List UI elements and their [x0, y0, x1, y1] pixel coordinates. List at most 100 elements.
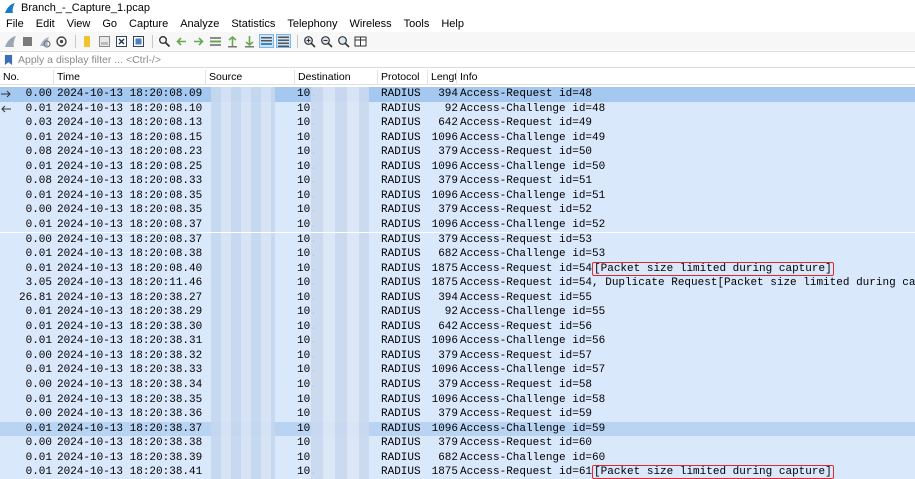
- cell-protocol: RADIUS: [381, 131, 421, 144]
- forward-icon[interactable]: [191, 34, 206, 48]
- colorize-icon[interactable]: [276, 34, 291, 48]
- table-row[interactable]: 0.01 2024-10-13 18:20:08.25 10. RADIUS 1096 A…: [0, 159, 915, 175]
- cell-time: 2024-10-13 18:20:08.35: [57, 204, 203, 217]
- table-row[interactable]: 0.01 2024-10-13 18:20:08.35 10. RADIUS 1096 A…: [0, 188, 915, 204]
- redacted-source: [211, 319, 275, 335]
- last-packet-icon[interactable]: [242, 34, 257, 48]
- info-text: Access-Challenge id=55: [460, 306, 606, 319]
- display-filter-input[interactable]: [15, 52, 895, 67]
- cell-no: 0.01: [25, 218, 52, 231]
- menu-wireless[interactable]: Wireless: [344, 16, 398, 32]
- cell-length: 1875: [431, 466, 458, 479]
- autoscroll-icon[interactable]: [259, 34, 274, 48]
- table-row[interactable]: 0.01 2024-10-13 18:20:38.33 10. RADIUS 1096 A…: [0, 363, 915, 378]
- cell-length: 1096: [431, 189, 458, 202]
- table-row[interactable]: 0.01 2024-10-13 18:20:08.40 10. RADIUS 1875 A…: [0, 261, 915, 277]
- cell-protocol: RADIUS: [381, 189, 421, 202]
- resize-columns-icon[interactable]: [353, 34, 368, 48]
- menu-help[interactable]: Help: [435, 16, 470, 32]
- menu-telephony[interactable]: Telephony: [281, 16, 343, 32]
- cell-time: 2024-10-13 18:20:08.23: [57, 146, 203, 159]
- table-row[interactable]: 0.01 2024-10-13 18:20:38.37 10 RADIUS 1096 Ac…: [0, 421, 915, 437]
- cell-protocol: RADIUS: [381, 379, 421, 391]
- cell-protocol: RADIUS: [381, 291, 421, 304]
- table-row[interactable]: 0.01 2024-10-13 18:20:38.31 10. RADIUS 1096 A…: [0, 334, 915, 349]
- table-row[interactable]: 26.81 2024-10-13 18:20:38.27 10. RADIUS 394 A…: [0, 290, 915, 306]
- table-row[interactable]: 0.01 2024-10-13 18:20:08.15 10. RADIUS 1096 A…: [0, 130, 915, 146]
- redacted-source: [211, 247, 275, 262]
- restart-icon[interactable]: [37, 34, 52, 48]
- cell-protocol: RADIUS: [381, 175, 421, 188]
- redacted-destination: [311, 276, 369, 291]
- table-row[interactable]: 0.00 2024-10-13 18:20:38.38 10 RADIUS 379 Acc…: [0, 436, 915, 451]
- column-header-length[interactable]: Lengtl: [428, 70, 457, 85]
- cell-info: Access-Request id=61 [Packet size limited…: [460, 465, 915, 479]
- redacted-source: [211, 188, 275, 204]
- table-row[interactable]: 0.08 2024-10-13 18:20:08.23 10. RADIUS 379 Ac…: [0, 145, 915, 160]
- bookmark-icon[interactable]: [1, 52, 15, 67]
- table-row[interactable]: 3.05 2024-10-13 18:20:11.46 10. RADIUS 1875 A…: [0, 276, 915, 291]
- menu-tools[interactable]: Tools: [398, 16, 436, 32]
- table-row[interactable]: 0.00 2024-10-13 18:20:08.35 10. RADIUS 379 Ac…: [0, 203, 915, 218]
- zoom-in-icon[interactable]: [302, 34, 317, 48]
- column-header-source[interactable]: Source: [206, 70, 295, 85]
- cell-protocol: RADIUS: [381, 146, 421, 159]
- menu-edit[interactable]: Edit: [30, 16, 61, 32]
- shark-fin-start-icon[interactable]: [3, 34, 18, 48]
- menu-go[interactable]: Go: [96, 16, 123, 32]
- cell-no: 0.01: [25, 320, 52, 333]
- redacted-destination: [311, 290, 369, 306]
- cell-protocol: RADIUS: [381, 364, 421, 377]
- stop-icon[interactable]: [20, 34, 35, 48]
- zoom-reset-icon[interactable]: [336, 34, 351, 48]
- close-file-icon[interactable]: [114, 34, 129, 48]
- table-row[interactable]: 0.00 2024-10-13 18:20:38.34 10. RADIUS 379 Ac…: [0, 378, 915, 393]
- table-row[interactable]: 0.01 2024-10-13 18:20:08.38 10. RADIUS 682 Ac…: [0, 247, 915, 262]
- menu-statistics[interactable]: Statistics: [225, 16, 281, 32]
- cell-no: 0.00: [25, 437, 52, 450]
- column-header-no[interactable]: No.: [0, 70, 54, 85]
- table-row[interactable]: 0.00 2024-10-13 18:20:08.37 10. RADIUS 379 Ac…: [0, 232, 915, 247]
- cell-length: 1096: [431, 335, 458, 348]
- table-row[interactable]: 0.01 2024-10-13 18:20:38.29 10. RADIUS 92 Acc…: [0, 305, 915, 320]
- cell-no: 0.08: [25, 175, 52, 188]
- back-icon[interactable]: [174, 34, 189, 48]
- cell-time: 2024-10-13 18:20:38.33: [57, 364, 203, 377]
- menu-analyze[interactable]: Analyze: [174, 16, 225, 32]
- column-header-time[interactable]: Time: [54, 70, 206, 85]
- menu-capture[interactable]: Capture: [123, 16, 174, 32]
- table-row[interactable]: 0.01 2024-10-13 18:20:38.30 10. RADIUS 642 Ac…: [0, 319, 915, 335]
- info-text: Access-Challenge id=48: [460, 102, 606, 115]
- find-icon[interactable]: [157, 34, 172, 48]
- goto-icon[interactable]: [208, 34, 223, 48]
- redacted-destination: [311, 319, 369, 335]
- menu-file[interactable]: File: [0, 16, 30, 32]
- redacted-destination: [311, 130, 369, 146]
- cell-length: 379: [438, 349, 458, 362]
- column-header-destination[interactable]: Destination: [295, 70, 378, 85]
- reload-icon[interactable]: [131, 34, 146, 48]
- cell-no: 0.01: [25, 160, 52, 173]
- info-text: Access-Request id=61: [460, 466, 593, 479]
- first-packet-icon[interactable]: [225, 34, 240, 48]
- table-row[interactable]: 0.01 2024-10-13 18:20:38.41 10. RADIUS 1875 A…: [0, 465, 915, 479]
- table-row[interactable]: 0.03 2024-10-13 18:20:08.13 10. RADIUS 642 Ac…: [0, 116, 915, 131]
- table-row[interactable]: 0.00 2024-10-13 18:20:38.32 10. RADIUS 379 Ac…: [0, 348, 915, 364]
- table-row[interactable]: 0.01 2024-10-13 18:20:08.37 10. RADIUS 1096 A…: [0, 217, 915, 233]
- table-row[interactable]: 0.01 2024-10-13 18:20:38.35 10 RADIUS 1096 Ac…: [0, 392, 915, 408]
- column-header-info[interactable]: Info: [457, 70, 915, 85]
- cell-info: Access-Challenge id=50: [460, 160, 915, 175]
- info-text: Access-Request id=60: [460, 437, 593, 450]
- column-header-protocol[interactable]: Protocol: [378, 70, 428, 85]
- table-row[interactable]: 0.00 2024-10-13 18:20:38.36 10 RADIUS 379 Acc…: [0, 407, 915, 422]
- zoom-out-icon[interactable]: [319, 34, 334, 48]
- table-row[interactable]: 0.01 2024-10-13 18:20:38.39 10 RADIUS 682 Acc…: [0, 450, 915, 466]
- table-row[interactable]: 0.01 2024-10-13 18:20:08.10 10. RADIUS 92 Acc…: [0, 101, 915, 117]
- cell-no: 0.00: [25, 349, 52, 362]
- open-folder-icon[interactable]: [80, 34, 95, 48]
- options-icon[interactable]: [54, 34, 69, 48]
- table-row[interactable]: 0.00 2024-10-13 18:20:08.09 10. RADIUS 394 Ac…: [0, 87, 915, 102]
- menu-view[interactable]: View: [61, 16, 97, 32]
- save-icon[interactable]: [97, 34, 112, 48]
- table-row[interactable]: 0.08 2024-10-13 18:20:08.33 10. RADIUS 379 Ac…: [0, 174, 915, 189]
